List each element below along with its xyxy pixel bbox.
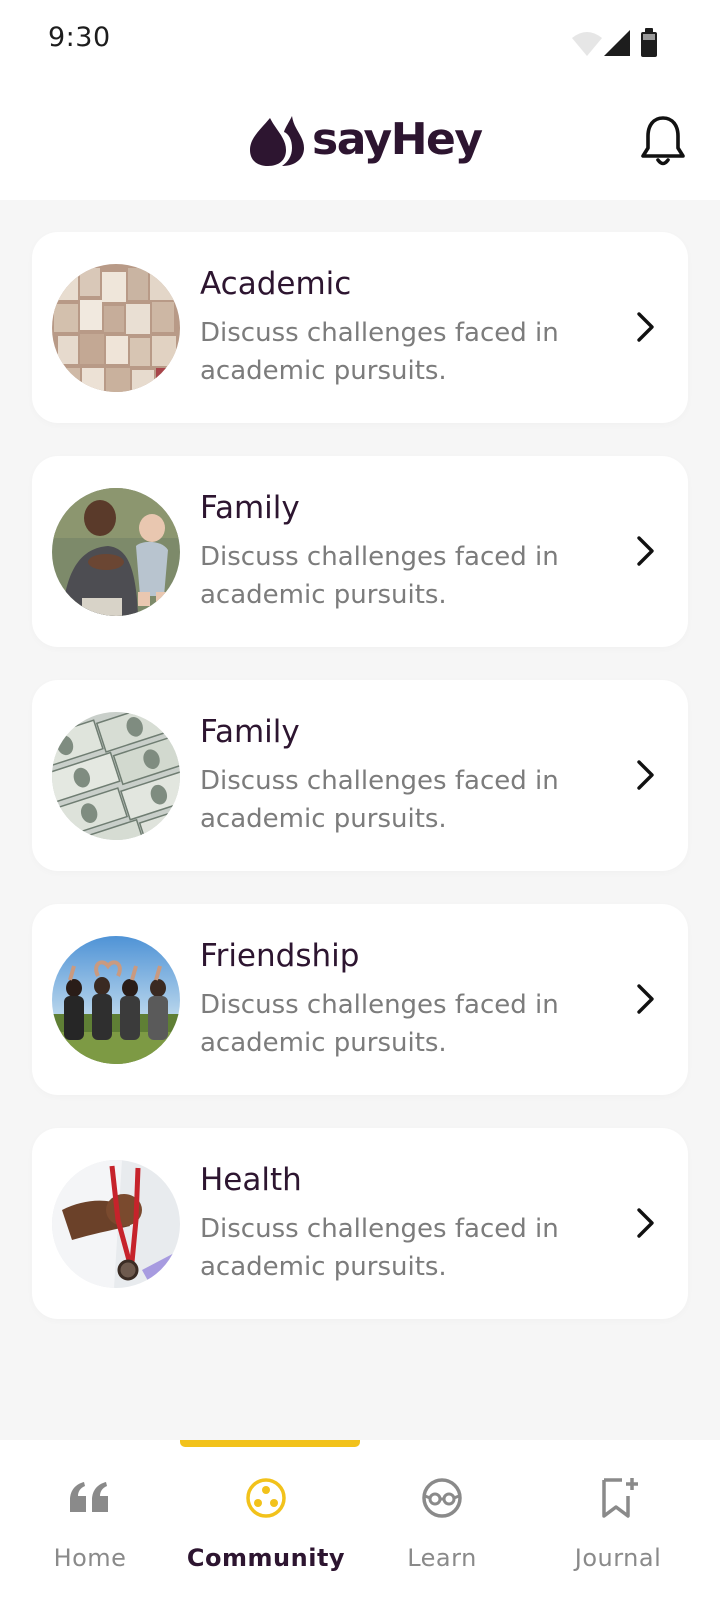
- bookmark-add-icon: [602, 1478, 638, 1518]
- signal-icon: [604, 30, 630, 56]
- status-time: 9:30: [48, 22, 111, 53]
- logo-mark-icon: [250, 116, 304, 166]
- topic-title: Family: [200, 490, 300, 526]
- sayhey-logo: sayHey: [248, 110, 483, 170]
- topic-avatar: [52, 712, 180, 840]
- books-photo-image: [52, 264, 180, 392]
- topic-avatar: [52, 488, 180, 616]
- topic-card-health[interactable]: Health Discuss challenges faced in acade…: [32, 1128, 688, 1319]
- nav-label: Home: [53, 1544, 127, 1572]
- glasses-icon: [422, 1478, 462, 1518]
- status-bar: 9:30: [0, 0, 720, 80]
- chevron-right-icon: [637, 536, 654, 566]
- app-header: sayHey: [0, 80, 720, 200]
- topic-list: Academic Discuss challenges faced in aca…: [32, 232, 688, 1352]
- logo-text: sayHey: [312, 114, 483, 165]
- bottom-navigation: Home Community Learn Journal: [0, 1440, 720, 1600]
- topic-card-family[interactable]: Family Discuss challenges faced in acade…: [32, 456, 688, 647]
- father-baby-photo-image: [52, 488, 180, 616]
- quote-icon: [70, 1482, 108, 1512]
- status-icons: [572, 28, 657, 57]
- friends-heart-photo-image: [52, 936, 180, 1064]
- top-bar: 9:30 sayHey: [0, 0, 720, 200]
- topic-title: Academic: [200, 266, 352, 302]
- community-icon: [246, 1478, 286, 1518]
- topic-card-friendship[interactable]: Friendship Discuss challenges faced in a…: [32, 904, 688, 1095]
- topic-avatar: [52, 1160, 180, 1288]
- nav-item-community[interactable]: Community: [176, 1440, 356, 1600]
- chevron-right-icon: [637, 984, 654, 1014]
- topic-title: Friendship: [200, 938, 360, 974]
- topic-avatar: [52, 936, 180, 1064]
- topic-avatar: [52, 264, 180, 392]
- topic-description: Discuss challenges faced in academic pur…: [200, 1214, 559, 1282]
- nav-label: Journal: [574, 1544, 662, 1572]
- chevron-right-icon: [637, 1208, 654, 1238]
- chevron-right-icon: [637, 312, 654, 342]
- topic-description: Discuss challenges faced in academic pur…: [200, 542, 559, 610]
- topic-description: Discuss challenges faced in academic pur…: [200, 766, 559, 834]
- nav-item-learn[interactable]: Learn: [352, 1440, 532, 1600]
- nav-label: Learn: [407, 1544, 477, 1572]
- nav-label: Community: [186, 1544, 346, 1572]
- stethoscope-photo-image: [52, 1160, 180, 1288]
- topic-title: Family: [200, 714, 300, 750]
- topic-description: Discuss challenges faced in academic pur…: [200, 990, 559, 1058]
- nav-item-home[interactable]: Home: [0, 1440, 180, 1600]
- topic-card-academic[interactable]: Academic Discuss challenges faced in aca…: [32, 232, 688, 423]
- nav-item-journal[interactable]: Journal: [528, 1440, 708, 1600]
- chevron-right-icon: [637, 760, 654, 790]
- money-photo-image: [52, 712, 180, 840]
- wifi-icon: [572, 32, 602, 56]
- topic-card-family-finance[interactable]: Family Discuss challenges faced in acade…: [32, 680, 688, 871]
- notification-bell-icon[interactable]: [640, 114, 686, 168]
- topic-title: Health: [200, 1162, 302, 1198]
- topic-description: Discuss challenges faced in academic pur…: [200, 318, 559, 386]
